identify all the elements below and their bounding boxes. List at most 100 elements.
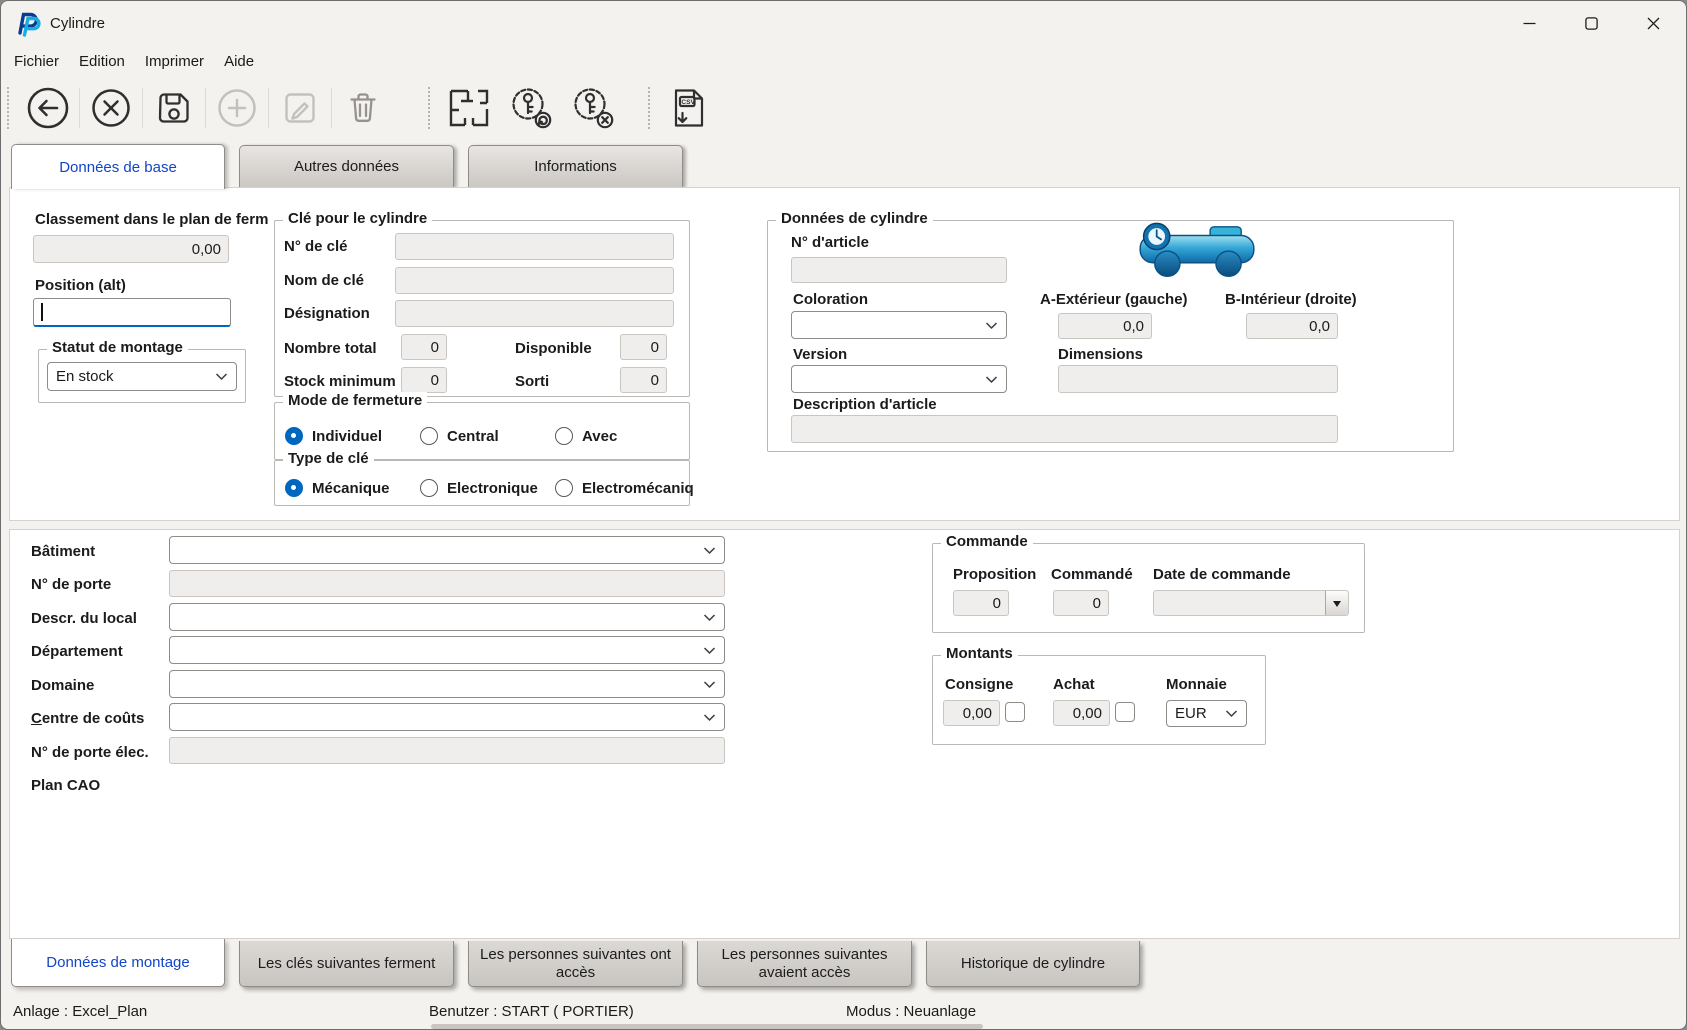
chevron-down-icon — [703, 713, 716, 722]
sorti-input[interactable]: 0 — [620, 367, 667, 393]
tab-label: Les personnes suivantes avaient accès — [706, 946, 903, 981]
coloration-select[interactable] — [791, 311, 1007, 339]
achat-checkbox[interactable] — [1115, 702, 1135, 722]
toolbar-grip[interactable] — [428, 87, 432, 129]
back-button[interactable] — [17, 80, 79, 136]
tab-donnees-de-base[interactable]: Données de base — [11, 144, 225, 189]
locking-plan-button[interactable] — [438, 80, 500, 136]
radio-label: Avec — [582, 428, 617, 445]
edit-button[interactable] — [269, 80, 331, 136]
trash-icon — [343, 88, 383, 128]
statut-de-montage-select[interactable]: En stock — [47, 362, 237, 391]
status-benutzer: Benutzer : START ( PORTIER) — [429, 1003, 634, 1020]
centre-de-couts-select[interactable] — [169, 703, 725, 731]
close-button[interactable] — [1622, 1, 1684, 46]
radio-avec[interactable]: Avec — [555, 427, 617, 445]
horizontal-scrollbar[interactable] — [431, 1024, 983, 1029]
proposition-label: Proposition — [953, 566, 1036, 583]
radio-individuel[interactable]: Individuel — [285, 427, 382, 445]
nom-cle-input[interactable] — [395, 267, 674, 294]
add-button[interactable] — [206, 80, 268, 136]
designation-input[interactable] — [395, 300, 674, 327]
sorti-label: Sorti — [515, 373, 549, 390]
donnees-de-cylindre-group: Données de cylindre N° d'article — [767, 220, 1454, 452]
montants-title: Montants — [941, 645, 1018, 662]
tab-cles-suivantes-ferment[interactable]: Les clés suivantes ferment — [239, 941, 454, 987]
radio-electronique[interactable]: Electronique — [420, 479, 538, 497]
csv-export-button[interactable]: CSV — [658, 80, 720, 136]
tab-historique-de-cylindre[interactable]: Historique de cylindre — [926, 941, 1140, 987]
a-exterieur-input[interactable]: 0,0 — [1058, 313, 1152, 339]
menu-fichier[interactable]: Fichier — [4, 53, 69, 70]
combo-arrow-button[interactable] — [1325, 591, 1348, 615]
tab-personnes-ont-acces[interactable]: Les personnes suivantes ont accès — [468, 941, 683, 987]
proposition-input[interactable]: 0 — [953, 590, 1009, 616]
tab-donnees-de-montage[interactable]: Données de montage — [11, 939, 225, 987]
consigne-input[interactable]: 0,00 — [943, 700, 1000, 726]
tab-label: Autres données — [294, 158, 399, 175]
position-alt-input[interactable] — [33, 298, 231, 327]
dimensions-input[interactable] — [1058, 365, 1338, 393]
num-porte-elec-input[interactable] — [169, 737, 725, 764]
domaine-select[interactable] — [169, 670, 725, 698]
cle-pour-le-cylindre-group: Clé pour le cylindre N° de clé Nom de cl… — [274, 220, 690, 397]
radio-electromecanique[interactable]: Electromécanique — [555, 479, 694, 497]
achat-label: Achat — [1053, 676, 1095, 693]
batiment-select[interactable] — [169, 536, 725, 564]
achat-value: 0,00 — [1073, 705, 1102, 722]
version-select[interactable] — [791, 365, 1007, 393]
num-cle-label: N° de clé — [284, 238, 348, 255]
window-controls — [1498, 1, 1684, 46]
b-interieur-input[interactable]: 0,0 — [1246, 313, 1338, 339]
num-porte-input[interactable] — [169, 570, 725, 597]
dimensions-label: Dimensions — [1058, 346, 1143, 363]
maximize-button[interactable] — [1560, 1, 1622, 46]
key-unlink-icon — [570, 86, 616, 130]
save-button[interactable] — [143, 80, 205, 136]
tab-autres-donnees[interactable]: Autres données — [239, 145, 454, 187]
minimize-button[interactable] — [1498, 1, 1560, 46]
stock-minimum-input[interactable]: 0 — [401, 367, 447, 393]
menu-edition[interactable]: Edition — [69, 53, 135, 70]
chevron-down-icon — [703, 546, 716, 555]
radio-mecanique[interactable]: Mécanique — [285, 479, 390, 497]
status-anlage: Anlage : Excel_Plan — [13, 1003, 147, 1020]
departement-select[interactable] — [169, 636, 725, 664]
radio-central[interactable]: Central — [420, 427, 499, 445]
radio-label: Mécanique — [312, 480, 390, 497]
donnees-cylindre-title: Données de cylindre — [776, 210, 933, 227]
date-de-commande-select[interactable] — [1153, 590, 1349, 616]
tab-personnes-avaient-acces[interactable]: Les personnes suivantes avaient accès — [697, 941, 912, 987]
toolbar: CSV — [1, 76, 1686, 140]
monnaie-select[interactable]: EUR — [1166, 700, 1247, 727]
descr-local-select[interactable] — [169, 603, 725, 631]
menu-aide[interactable]: Aide — [214, 53, 264, 70]
cylinder-image — [1136, 219, 1258, 291]
achat-input[interactable]: 0,00 — [1053, 700, 1110, 726]
disponible-input[interactable]: 0 — [620, 334, 667, 360]
tab-informations[interactable]: Informations — [468, 145, 683, 187]
classement-input[interactable]: 0,00 — [33, 235, 229, 263]
num-porte-elec-label: N° de porte élec. — [31, 744, 149, 761]
description-article-input[interactable] — [791, 415, 1338, 443]
tab-label: Historique de cylindre — [961, 955, 1105, 972]
consigne-value: 0,00 — [963, 705, 992, 722]
num-cle-input[interactable] — [395, 233, 674, 260]
menu-imprimer[interactable]: Imprimer — [135, 53, 214, 70]
nombre-total-input[interactable]: 0 — [401, 334, 447, 360]
save-icon — [154, 88, 194, 128]
app-logo-icon — [14, 10, 41, 37]
key-link-button[interactable] — [500, 80, 562, 136]
commande-input[interactable]: 0 — [1053, 590, 1109, 616]
consigne-checkbox[interactable] — [1005, 702, 1025, 722]
num-porte-label: N° de porte — [31, 576, 111, 593]
cancel-button[interactable] — [80, 80, 142, 136]
toolbar-grip[interactable] — [7, 87, 11, 129]
proposition-value: 0 — [993, 595, 1001, 612]
radio-label: Electronique — [447, 480, 538, 497]
coloration-label: Coloration — [793, 291, 868, 308]
num-article-input[interactable] — [791, 257, 1007, 283]
key-unlink-button[interactable] — [562, 80, 624, 136]
toolbar-grip[interactable] — [648, 87, 652, 129]
delete-button[interactable] — [332, 80, 394, 136]
